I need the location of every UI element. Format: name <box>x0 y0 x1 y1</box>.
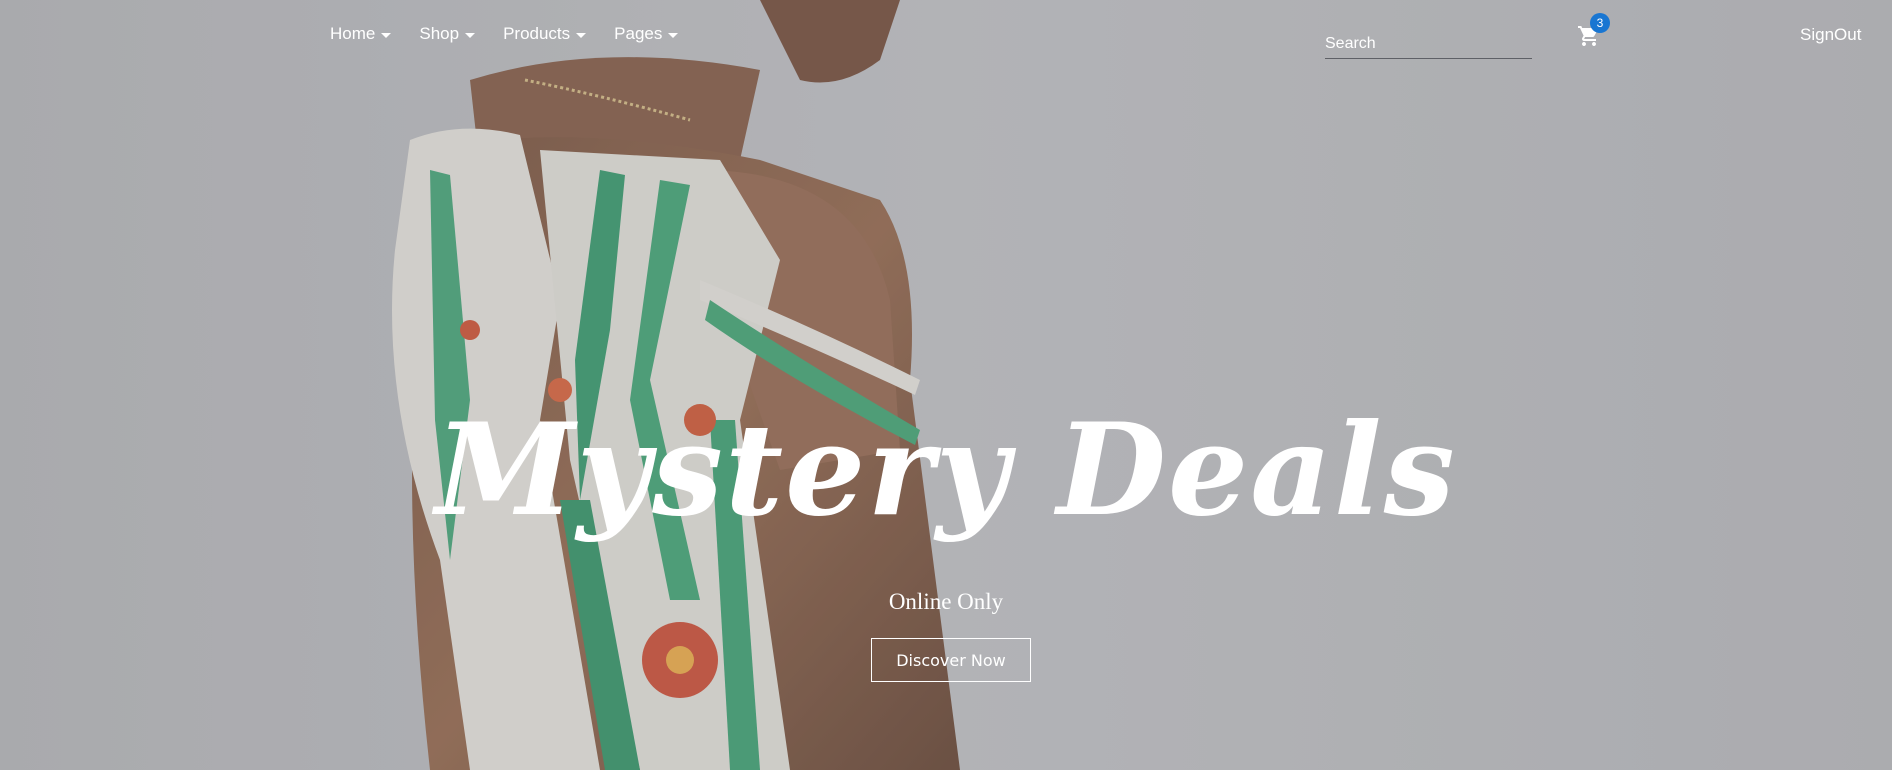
hero-title: Mystery Deals <box>435 396 1457 544</box>
caret-down-icon <box>668 32 679 38</box>
hero-subtitle: Online Only <box>888 589 1004 614</box>
cart-count-badge: 3 <box>1590 13 1610 33</box>
signout-link[interactable]: SignOut <box>1800 25 1861 45</box>
main-nav: Home Shop Products Pages <box>330 24 679 44</box>
caret-down-icon <box>381 32 392 38</box>
hero-banner: Home Shop Products Pages 3 SignOut Myste… <box>0 0 1892 770</box>
caret-down-icon <box>576 32 587 38</box>
caret-down-icon <box>465 32 476 38</box>
nav-item-label: Products <box>503 24 571 43</box>
search-input[interactable] <box>1325 30 1532 59</box>
discover-now-button[interactable]: Discover Now <box>871 638 1031 682</box>
nav-item-home[interactable]: Home <box>330 24 392 44</box>
nav-item-label: Pages <box>614 24 663 43</box>
nav-item-label: Shop <box>419 24 460 43</box>
nav-item-pages[interactable]: Pages <box>614 24 679 44</box>
nav-item-products[interactable]: Products <box>503 24 587 44</box>
nav-item-label: Home <box>330 24 376 43</box>
nav-item-shop[interactable]: Shop <box>419 24 476 44</box>
